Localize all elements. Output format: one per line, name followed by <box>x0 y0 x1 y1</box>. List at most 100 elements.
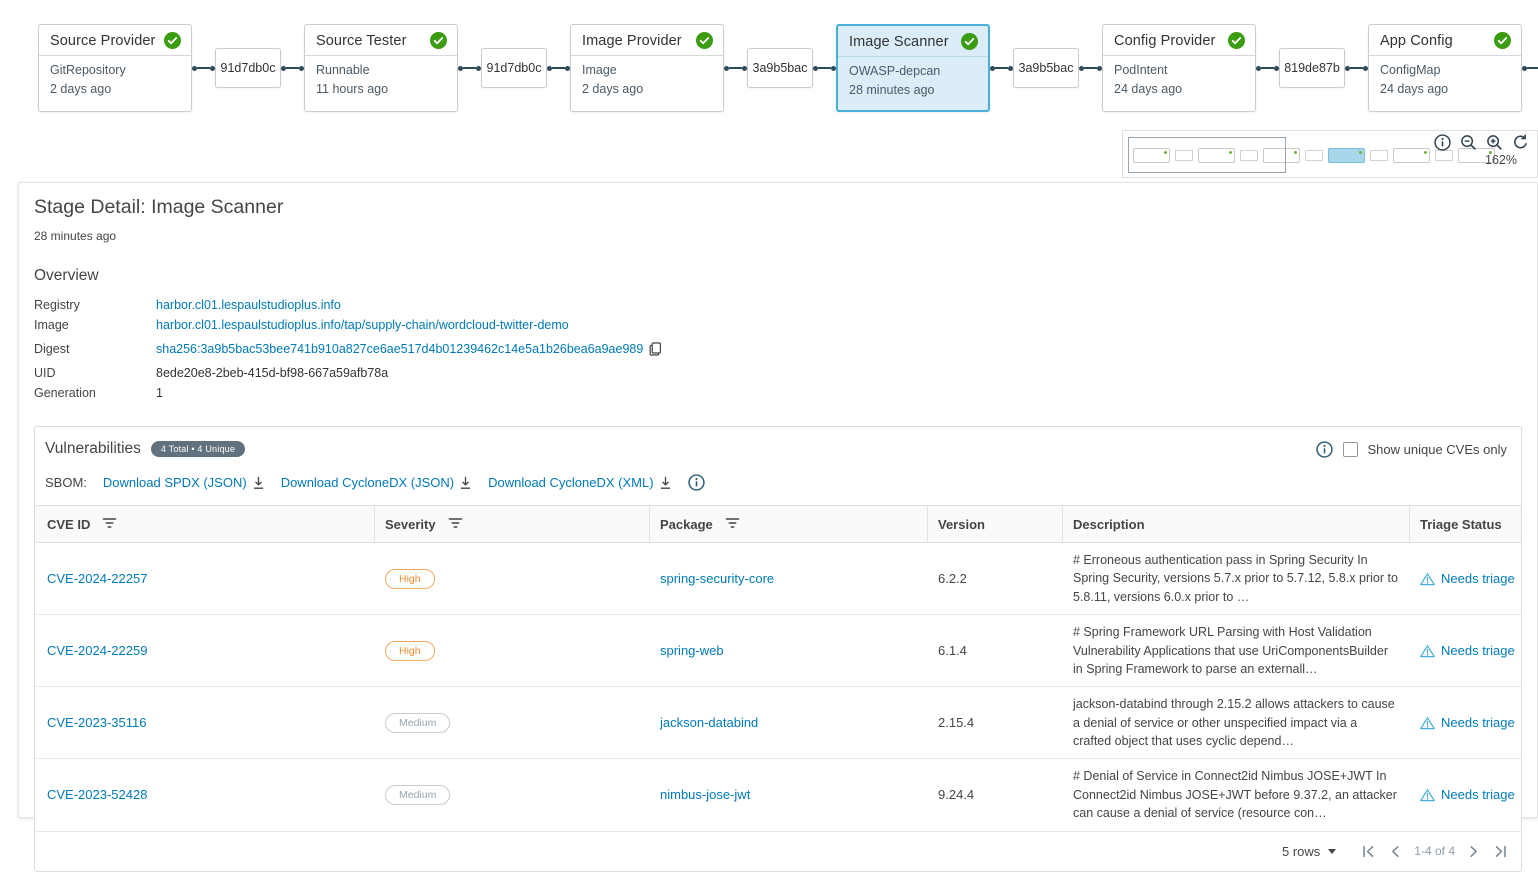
cve-link[interactable]: CVE-2024-22257 <box>47 571 147 586</box>
connector <box>1345 65 1368 71</box>
unique-cves-info-icon[interactable] <box>1315 440 1333 458</box>
success-check-icon <box>1228 32 1245 49</box>
cve-link[interactable]: CVE-2024-22259 <box>47 643 147 658</box>
stage-time: 24 days ago <box>1380 82 1449 96</box>
download-link-label: Download CycloneDX (JSON) <box>280 475 455 490</box>
graph-minimap[interactable]: 162% <box>1122 130 1538 178</box>
col-package: Package <box>660 516 713 532</box>
vulnerabilities-count-badge: 4 Total • 4 Unique <box>150 441 246 457</box>
overview-heading: Overview <box>34 267 99 284</box>
stage-title: Source Tester <box>316 32 407 49</box>
connector <box>281 65 304 71</box>
last-page-button[interactable] <box>1493 845 1507 858</box>
rows-per-page-select[interactable]: 5 rows <box>1282 844 1337 859</box>
supply-chain-graph: Source Provider GitRepository 2 days ago… <box>0 0 1538 180</box>
connector <box>458 65 481 71</box>
table-row: CVE-2024-22257 High spring-security-core… <box>35 543 1521 616</box>
stage-card-image-provider[interactable]: Image Provider Image 2 days ago <box>570 24 724 112</box>
filter-icon[interactable] <box>102 517 117 532</box>
cve-link[interactable]: CVE-2023-35116 <box>47 715 147 730</box>
version-value: 6.2.2 <box>938 571 967 587</box>
col-triage-status: Triage Status <box>1420 516 1502 532</box>
pipeline-flow: Source Provider GitRepository 2 days ago… <box>38 24 1538 112</box>
artifact-chip[interactable]: 3a9b5bac <box>1013 48 1079 88</box>
filter-icon[interactable] <box>448 517 463 532</box>
stage-title: Source Provider <box>50 32 156 49</box>
severity-badge: Medium <box>385 712 451 733</box>
digest-link[interactable]: sha256:3a9b5bac53bee741b910a827ce6ae517d… <box>156 342 643 356</box>
vulnerabilities-table: CVE ID Severity Package Version Descript… <box>35 505 1521 871</box>
stage-card-source-tester[interactable]: Source Tester Runnable 11 hours ago <box>304 24 458 112</box>
table-header-row: CVE ID Severity Package Version Descript… <box>35 506 1521 543</box>
show-unique-cves-checkbox[interactable] <box>1342 441 1358 457</box>
stage-time: 11 hours ago <box>316 82 389 96</box>
version-value: 2.15.4 <box>938 715 975 731</box>
connector <box>813 65 836 71</box>
image-link[interactable]: harbor.cl01.lespaulstudioplus.info/tap/s… <box>156 318 1537 332</box>
digest-label: Digest <box>34 342 70 356</box>
filter-icon[interactable] <box>725 517 740 532</box>
zoom-out-icon[interactable] <box>1460 134 1477 151</box>
artifact-chip[interactable]: 3a9b5bac <box>747 48 813 88</box>
package-link[interactable]: jackson-databind <box>660 715 758 730</box>
uid-value: 8ede20e8-2beb-415d-bf98-667a59afb78a <box>156 366 389 380</box>
table-row: CVE-2023-35116 Medium jackson-databind 2… <box>35 687 1521 760</box>
stage-resource: PodIntent <box>1114 63 1168 77</box>
stage-card-config-provider[interactable]: Config Provider PodIntent 24 days ago <box>1102 24 1256 112</box>
stage-detail-title: Stage Detail: Image Scanner <box>34 196 284 218</box>
connector <box>192 65 215 71</box>
next-page-button[interactable] <box>1469 845 1479 858</box>
artifact-chip[interactable]: 819de87b <box>1279 48 1345 88</box>
download-cyclonedx-xml-link[interactable]: Download CycloneDX (XML) <box>488 475 671 490</box>
needs-triage-link[interactable]: Needs triage <box>1441 571 1515 586</box>
needs-triage-link[interactable]: Needs triage <box>1441 715 1515 730</box>
stage-time: 2 days ago <box>50 82 112 96</box>
table-row: CVE-2023-52428 Medium nimbus-jose-jwt 9.… <box>35 759 1521 832</box>
artifact-chip[interactable]: 91d7db0c <box>481 48 547 88</box>
stage-detail-timestamp: 28 minutes ago <box>34 229 117 243</box>
connector <box>1079 65 1102 71</box>
stage-card-source-provider[interactable]: Source Provider GitRepository 2 days ago <box>38 24 192 112</box>
sbom-info-icon[interactable] <box>687 474 705 491</box>
stage-time: 24 days ago <box>1114 82 1183 96</box>
download-icon <box>460 476 471 489</box>
artifact-hash: 91d7db0c <box>486 61 542 75</box>
first-page-button[interactable] <box>1362 845 1376 858</box>
registry-link[interactable]: harbor.cl01.lespaulstudioplus.info <box>156 298 1537 312</box>
stage-card-image-scanner-selected[interactable]: Image Scanner OWASP-depcan 28 minutes ag… <box>836 24 990 112</box>
stage-title: Image Provider <box>582 32 682 49</box>
artifact-chip[interactable]: 91d7db0c <box>215 48 281 88</box>
download-spdx-json-link[interactable]: Download SPDX (JSON) <box>103 475 265 490</box>
page-range: 1-4 of 4 <box>1414 844 1455 858</box>
copy-icon[interactable] <box>649 342 662 356</box>
graph-info-icon[interactable] <box>1434 134 1451 151</box>
stage-time: 28 minutes ago <box>849 83 935 97</box>
overview-fields: Registry harbor.cl01.lespaulstudioplus.i… <box>34 298 1537 400</box>
generation-value: 1 <box>156 386 163 400</box>
success-check-icon <box>430 32 447 49</box>
zoom-in-icon[interactable] <box>1486 134 1503 151</box>
download-link-label: Download SPDX (JSON) <box>102 475 247 490</box>
download-cyclonedx-json-link[interactable]: Download CycloneDX (JSON) <box>281 475 472 490</box>
package-link[interactable]: spring-web <box>660 643 724 658</box>
previous-page-button[interactable] <box>1390 845 1400 858</box>
cve-link[interactable]: CVE-2023-52428 <box>47 787 147 802</box>
show-unique-cves-label: Show unique CVEs only <box>1367 441 1507 457</box>
needs-triage-link[interactable]: Needs triage <box>1441 787 1515 802</box>
package-link[interactable]: spring-security-core <box>660 571 774 586</box>
stage-detail-panel: Stage Detail: Image Scanner 28 minutes a… <box>18 182 1538 872</box>
stage-card-app-config[interactable]: App Config ConfigMap 24 days ago <box>1368 24 1522 112</box>
minimap-viewport[interactable] <box>1128 137 1286 173</box>
reset-view-icon[interactable] <box>1512 134 1529 151</box>
success-check-icon <box>164 32 181 49</box>
stage-resource: Image <box>582 63 617 77</box>
connector <box>724 65 747 71</box>
chevron-down-icon <box>1328 848 1337 854</box>
package-link[interactable]: nimbus-jose-jwt <box>660 787 750 802</box>
sbom-label: SBOM: <box>45 475 87 490</box>
connector-tail <box>1522 65 1538 71</box>
needs-triage-link[interactable]: Needs triage <box>1441 643 1515 658</box>
stage-title: App Config <box>1380 32 1453 49</box>
description-text: # Erroneous authentication pass in Sprin… <box>1073 553 1398 604</box>
uid-label: UID <box>34 366 56 380</box>
